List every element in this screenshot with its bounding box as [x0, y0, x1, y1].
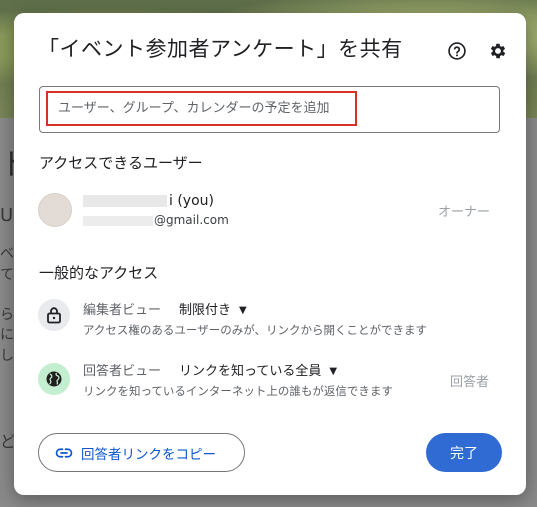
- editor-view-label: 編集者ビュー: [83, 303, 162, 318]
- dialog-title: 「イベント参加者アンケート」を共有: [38, 37, 403, 61]
- dropdown-caret-icon: ▼: [329, 366, 338, 377]
- background-text: に: [0, 327, 14, 343]
- responder-access-value: リンクを知っている全員: [179, 364, 322, 379]
- user-email-suffix: @gmail.com: [154, 213, 229, 227]
- owner-role-label: オーナー: [437, 205, 490, 220]
- done-button[interactable]: 完了: [426, 433, 502, 472]
- lock-icon: [38, 299, 70, 331]
- respondent-role-label: 回答者: [449, 375, 489, 390]
- redacted-name: [83, 195, 167, 207]
- background-text: し: [0, 348, 14, 364]
- editor-access-dropdown[interactable]: 制限付き ▼: [179, 299, 247, 318]
- share-dialog: 「イベント参加者アンケート」を共有 アクセスできるユーザー i (you) @g…: [14, 13, 526, 495]
- user-name: i (you): [83, 193, 214, 209]
- redacted-email: [83, 215, 153, 226]
- user-email: @gmail.com: [83, 213, 229, 227]
- responder-access-description: リンクを知っているインターネット上の誰もが返信できます: [83, 384, 393, 398]
- responder-access-dropdown[interactable]: リンクを知っている全員 ▼: [179, 360, 337, 379]
- add-people-input[interactable]: [46, 91, 357, 126]
- user-name-suffix: i (you): [169, 193, 214, 209]
- responder-view-label: 回答者ビュー: [83, 364, 162, 379]
- help-circle-icon[interactable]: [446, 40, 468, 62]
- copy-link-label: 回答者リンクをコピー: [81, 446, 216, 463]
- background-text: ベ: [0, 246, 14, 262]
- background-text: U: [0, 205, 14, 226]
- link-icon: [55, 447, 73, 458]
- gear-icon[interactable]: [487, 40, 509, 62]
- background-text: ら: [0, 307, 14, 323]
- editor-access-value: 制限付き: [179, 303, 232, 318]
- background-text: て: [0, 267, 14, 283]
- general-access-heading: 一般的なアクセス: [39, 264, 159, 282]
- people-with-access-heading: アクセスできるユーザー: [39, 154, 203, 172]
- add-people-field[interactable]: [39, 86, 500, 133]
- dropdown-caret-icon: ▼: [239, 305, 247, 316]
- editor-access-description: アクセス権のあるユーザーのみが、リンクから開くことができます: [83, 323, 427, 337]
- copy-respondent-link-button[interactable]: 回答者リンクをコピー: [38, 433, 245, 472]
- globe-icon: [38, 363, 70, 395]
- avatar: [38, 193, 72, 227]
